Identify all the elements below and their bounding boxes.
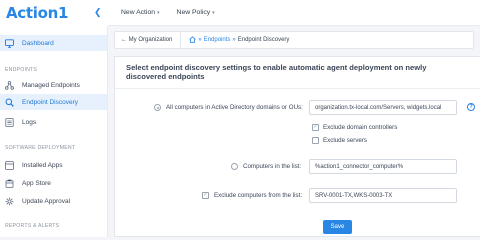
discovery-settings-card: Select endpoint discovery settings to en… bbox=[114, 56, 480, 237]
exclude-servers-label: Exclude servers bbox=[323, 137, 368, 144]
breadcrumb-trail: » Endpoints » Endpoint Discovery bbox=[189, 35, 290, 45]
sidebar-item-dashboard[interactable]: Dashboard bbox=[0, 35, 107, 51]
chevron-down-icon: ▾ bbox=[157, 10, 160, 16]
card-title: Select endpoint discovery settings to en… bbox=[126, 63, 427, 81]
divider bbox=[115, 88, 480, 89]
exclude-servers-checkbox[interactable] bbox=[312, 137, 319, 144]
sidebar-item-endpoint-discovery[interactable]: Endpoint Discovery bbox=[0, 94, 107, 110]
sidebar-item-app-store[interactable]: App Store bbox=[0, 175, 107, 191]
ad-domains-radio[interactable] bbox=[154, 104, 161, 111]
ad-domains-label: All computers in Active Directory domain… bbox=[166, 104, 303, 111]
new-action-menu[interactable]: New Action ▾ bbox=[121, 9, 160, 16]
top-bar: New Action ▾ New Policy ▾ bbox=[108, 0, 480, 26]
sidebar-item-installed-apps[interactable]: Installed Apps bbox=[0, 157, 107, 173]
sidebar: Dashboard ENDPOINTS Managed Endpoints En… bbox=[0, 26, 108, 237]
computers-list-input[interactable]: %action1_connector_computer% bbox=[309, 159, 457, 174]
gear-icon bbox=[5, 197, 14, 206]
save-button[interactable]: Save bbox=[323, 220, 352, 234]
breadcrumb-separator: » bbox=[198, 37, 202, 43]
back-to-organization-link[interactable]: ← My Organization bbox=[121, 32, 182, 48]
collapse-sidebar-icon[interactable]: ❮ bbox=[94, 7, 102, 18]
computers-list-label: Computers in the list: bbox=[243, 163, 302, 170]
sidebar-item-managed-endpoints[interactable]: Managed Endpoints bbox=[0, 77, 107, 93]
logo-area: Action1 bbox=[0, 0, 108, 26]
section-software-deployment: SOFTWARE DEPLOYMENT bbox=[5, 145, 76, 151]
network-icon bbox=[5, 80, 14, 90]
breadcrumb-current: Endpoint Discovery bbox=[237, 37, 290, 43]
sidebar-item-label: Logs bbox=[22, 118, 37, 126]
sidebar-item-label: Installed Apps bbox=[22, 161, 63, 169]
store-icon bbox=[5, 179, 14, 188]
section-endpoints: ENDPOINTS bbox=[5, 67, 38, 73]
computers-list-radio[interactable] bbox=[231, 163, 238, 170]
apps-icon bbox=[5, 160, 14, 170]
exclude-computers-label: Exclude computers from the list: bbox=[214, 192, 303, 199]
search-icon bbox=[5, 98, 14, 107]
exclude-computers-checkbox[interactable]: ✓ bbox=[202, 192, 209, 199]
sidebar-item-label: Endpoint Discovery bbox=[22, 98, 78, 106]
sidebar-item-label: Update Approval bbox=[22, 197, 71, 205]
monitor-icon bbox=[5, 38, 14, 48]
help-icon[interactable]: ? bbox=[467, 103, 475, 111]
exclude-domain-controllers-checkbox[interactable]: ✓ bbox=[312, 124, 319, 131]
sidebar-item-label: Dashboard bbox=[22, 39, 54, 47]
sidebar-item-update-approval[interactable]: Update Approval bbox=[0, 193, 107, 209]
sidebar-item-label: App Store bbox=[22, 179, 51, 187]
ad-domains-input[interactable]: organization.tx-local.com/Servers, widge… bbox=[309, 100, 457, 115]
home-icon[interactable] bbox=[189, 35, 197, 45]
new-policy-menu[interactable]: New Policy ▾ bbox=[177, 9, 215, 16]
exclude-computers-input[interactable]: SRV-0001-TX,WKS-0003-TX bbox=[309, 188, 457, 203]
app-logo: Action1 bbox=[6, 4, 69, 22]
new-action-label: New Action bbox=[121, 9, 156, 16]
sidebar-item-logs[interactable]: Logs bbox=[0, 114, 107, 130]
exclude-domain-controllers-label: Exclude domain controllers bbox=[323, 124, 398, 131]
section-reports-alerts: REPORTS & ALERTS bbox=[5, 223, 60, 229]
breadcrumb-endpoints-link[interactable]: Endpoints bbox=[204, 37, 231, 43]
breadcrumb: ← My Organization » Endpoints » Endpoint… bbox=[114, 31, 474, 49]
list-icon bbox=[5, 117, 14, 127]
chevron-down-icon: ▾ bbox=[212, 10, 215, 16]
sidebar-item-label: Managed Endpoints bbox=[22, 81, 80, 89]
breadcrumb-separator: » bbox=[232, 37, 236, 43]
new-policy-label: New Policy bbox=[176, 9, 211, 16]
